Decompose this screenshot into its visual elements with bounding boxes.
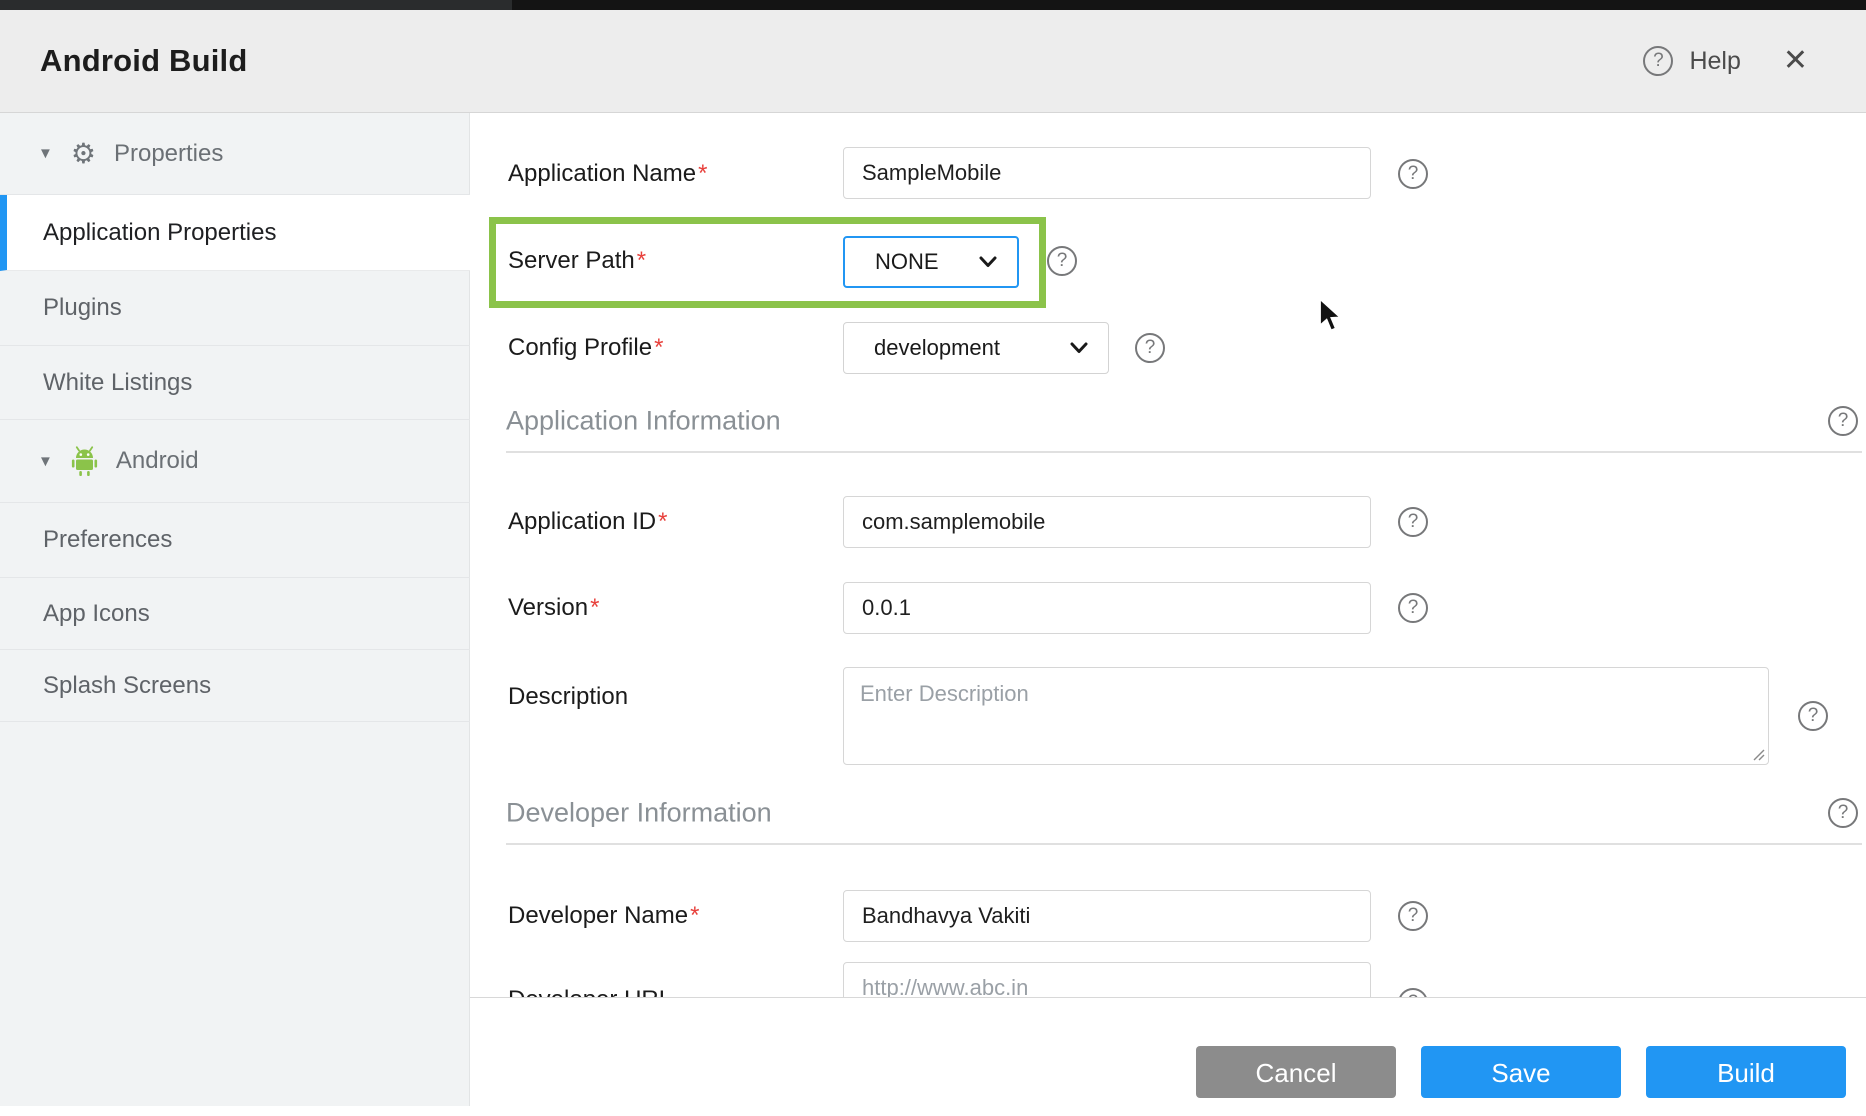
browser-top-strip	[0, 0, 1866, 10]
sidebar-item-white-listings[interactable]: White Listings	[0, 346, 470, 420]
required-asterisk: *	[637, 247, 646, 274]
developer-url-input[interactable]	[843, 962, 1371, 998]
application-name-help-icon[interactable]: ?	[1398, 159, 1428, 189]
required-asterisk: *	[654, 334, 663, 361]
developer-name-help-icon[interactable]: ?	[1398, 901, 1428, 931]
save-button[interactable]: Save	[1421, 1046, 1621, 1098]
required-asterisk: *	[690, 902, 699, 929]
version-help-icon[interactable]: ?	[1398, 593, 1428, 623]
config-profile-selected-value: development	[874, 335, 1000, 361]
developer-url-help-icon[interactable]: ?	[1398, 988, 1428, 998]
browser-top-strip-segment	[0, 0, 512, 10]
sidebar-group-label: Android	[116, 447, 199, 475]
developer-name-label: Developer Name*	[508, 902, 699, 930]
form-content-pane: Application Name* ? Server Path* NONE ? …	[470, 113, 1866, 998]
required-asterisk: *	[590, 594, 599, 621]
description-label: Description	[508, 683, 628, 711]
version-input[interactable]	[843, 582, 1371, 634]
sidebar-item-label: White Listings	[43, 369, 192, 397]
server-path-select[interactable]: NONE	[843, 236, 1019, 288]
sidebar-item-application-properties[interactable]: Application Properties	[0, 195, 470, 271]
sidebar-item-label: Splash Screens	[43, 672, 211, 700]
application-id-label: Application ID*	[508, 508, 667, 536]
application-information-help-icon[interactable]: ?	[1828, 406, 1858, 436]
sidebar-item-label: Application Properties	[43, 219, 276, 247]
section-divider	[506, 451, 1862, 453]
sidebar-item-label: Preferences	[43, 526, 172, 554]
application-id-help-icon[interactable]: ?	[1398, 507, 1428, 537]
cancel-button[interactable]: Cancel	[1196, 1046, 1396, 1098]
build-button[interactable]: Build	[1646, 1046, 1846, 1098]
sidebar-group-properties[interactable]: ▼ ⚙ Properties	[0, 113, 470, 195]
sidebar-item-label: App Icons	[43, 600, 150, 628]
chevron-down-icon: ▼	[38, 145, 53, 162]
sidebar: ▼ ⚙ Properties Application Properties Pl…	[0, 113, 470, 1106]
android-icon	[71, 446, 98, 477]
section-divider	[506, 843, 1862, 845]
server-path-label: Server Path*	[508, 247, 646, 275]
config-profile-label: Config Profile*	[508, 334, 663, 362]
page-title: Android Build	[40, 43, 248, 79]
sidebar-group-label: Properties	[114, 140, 223, 168]
description-textarea[interactable]	[843, 667, 1769, 765]
developer-information-heading: Developer Information	[506, 798, 772, 829]
developer-name-input[interactable]	[843, 890, 1371, 942]
sidebar-item-splash-screens[interactable]: Splash Screens	[0, 650, 470, 722]
developer-url-label: Developer URL	[508, 986, 672, 998]
application-information-heading: Application Information	[506, 406, 781, 437]
android-build-dialog: Android Build ? Help ✕ ▼ ⚙ Properties Ap…	[0, 0, 1866, 1116]
chevron-down-icon	[1070, 342, 1088, 354]
developer-information-help-icon[interactable]: ?	[1828, 798, 1858, 828]
gear-icon: ⚙	[71, 140, 96, 168]
config-profile-help-icon[interactable]: ?	[1135, 333, 1165, 363]
application-id-input[interactable]	[843, 496, 1371, 548]
server-path-help-icon[interactable]: ?	[1047, 246, 1077, 276]
resize-handle-icon[interactable]	[1751, 747, 1765, 766]
version-label: Version*	[508, 594, 599, 622]
required-asterisk: *	[698, 160, 707, 187]
application-name-input[interactable]	[843, 147, 1371, 199]
sidebar-item-plugins[interactable]: Plugins	[0, 271, 470, 346]
sidebar-item-label: Plugins	[43, 294, 122, 322]
help-icon[interactable]: ?	[1643, 46, 1673, 76]
config-profile-select[interactable]: development	[843, 322, 1109, 374]
help-link[interactable]: Help	[1689, 47, 1740, 76]
sidebar-group-android[interactable]: ▼ Android	[0, 420, 470, 503]
server-path-selected-value: NONE	[875, 249, 939, 275]
description-help-icon[interactable]: ?	[1798, 701, 1828, 731]
close-icon[interactable]: ✕	[1783, 46, 1808, 76]
chevron-down-icon: ▼	[38, 453, 53, 470]
dialog-header: Android Build ? Help ✕	[0, 10, 1866, 113]
sidebar-item-app-icons[interactable]: App Icons	[0, 578, 470, 650]
chevron-down-icon	[979, 256, 997, 268]
application-name-label: Application Name*	[508, 160, 707, 188]
sidebar-item-preferences[interactable]: Preferences	[0, 503, 470, 578]
required-asterisk: *	[658, 508, 667, 535]
